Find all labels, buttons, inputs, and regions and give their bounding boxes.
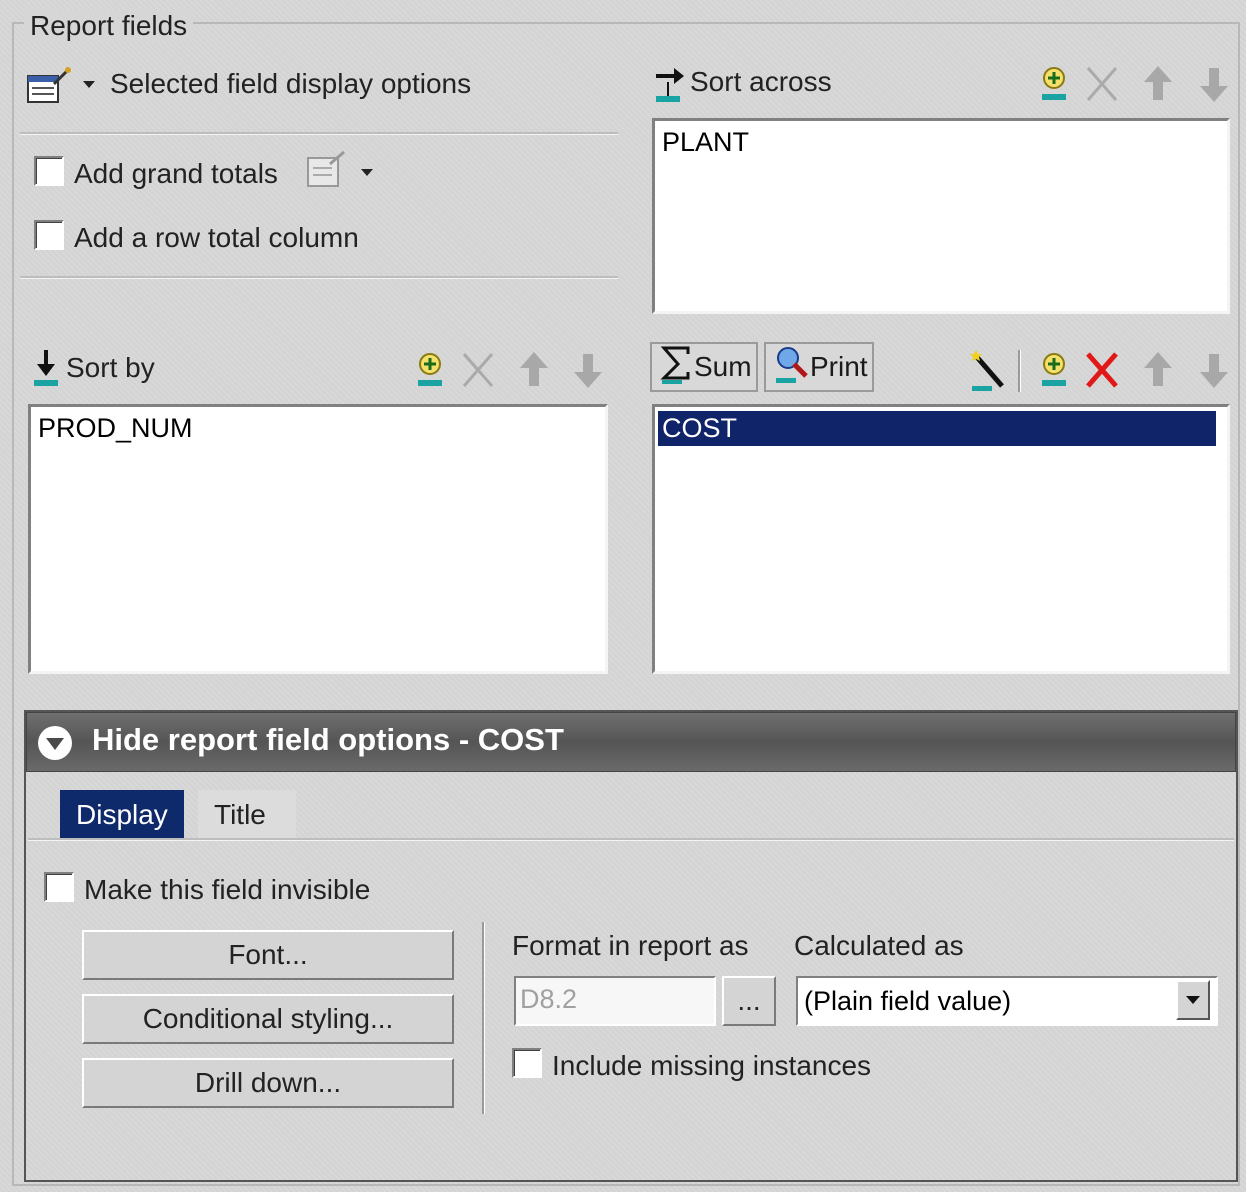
delete-icon[interactable] [460,350,496,390]
add-field-icon[interactable] [1034,350,1072,390]
calculated-select[interactable]: (Plain field value) [796,976,1218,1026]
print-button[interactable]: Print [764,342,874,392]
grand-totals-checkbox[interactable] [34,156,64,186]
format-label: Format in report as [512,930,749,961]
field-options-title[interactable]: Hide report field options - COST [92,722,564,758]
vertical-divider [482,922,485,1114]
divider [20,276,618,279]
sort-across-list[interactable]: PLANT [652,118,1230,314]
chevron-down-icon [1186,996,1200,1004]
sum-icon [660,344,694,391]
measures-list[interactable]: COST [652,404,1230,674]
tab-display[interactable]: Display [60,790,184,840]
delete-icon[interactable] [1084,350,1120,390]
format-browse-button[interactable]: ... [722,976,776,1026]
print-icon [774,344,810,391]
conditional-styling-button[interactable]: Conditional styling... [82,994,454,1044]
toolbar-separator [1018,350,1021,392]
sort-by-label: Sort by [66,352,155,383]
calculated-value: (Plain field value) [804,986,1012,1016]
report-fields-legend: Report fields [24,10,194,42]
divider [20,132,618,135]
font-button[interactable]: Font... [82,930,454,980]
move-up-icon[interactable] [1142,350,1174,390]
tab-divider [28,838,1234,841]
list-item[interactable]: PLANT [658,125,753,160]
tab-title[interactable]: Title [198,790,296,840]
row-total-label: Add a row total column [74,222,359,253]
collapse-icon[interactable] [36,724,74,762]
sum-label: Sum [694,351,752,382]
sort-across-icon [650,62,686,104]
move-down-icon[interactable] [572,350,604,390]
properties-icon[interactable] [26,66,72,106]
list-item[interactable]: PROD_NUM [34,411,197,446]
move-down-icon[interactable] [1198,350,1230,390]
chevron-down-icon[interactable] [360,168,374,178]
row-total-checkbox[interactable] [34,220,64,250]
display-options-label[interactable]: Selected field display options [110,68,471,100]
list-item-selected[interactable]: COST [657,410,1217,447]
drill-down-button[interactable]: Drill down... [82,1058,454,1108]
sort-across-label: Sort across [690,66,832,97]
totals-options-icon[interactable] [304,150,348,190]
move-up-icon[interactable] [518,350,550,390]
magic-wand-icon[interactable] [968,348,1008,392]
calculated-label: Calculated as [794,930,964,961]
sort-by-icon [28,346,64,388]
format-field[interactable]: D8.2 [514,976,716,1026]
dropdown-arrow[interactable] [1176,980,1210,1020]
invisible-checkbox[interactable] [44,872,74,902]
chevron-down-icon[interactable] [82,80,96,90]
move-up-icon[interactable] [1142,64,1174,104]
include-missing-label: Include missing instances [552,1050,872,1081]
invisible-label: Make this field invisible [84,874,371,905]
add-field-icon[interactable] [1034,64,1072,104]
grand-totals-label: Add grand totals [74,158,278,189]
sum-button[interactable]: Sum [650,342,758,392]
include-missing-checkbox[interactable] [512,1048,542,1078]
move-down-icon[interactable] [1198,64,1230,104]
sort-by-list[interactable]: PROD_NUM [28,404,608,674]
add-field-icon[interactable] [410,350,448,390]
delete-icon[interactable] [1084,64,1120,104]
print-label: Print [810,351,868,382]
